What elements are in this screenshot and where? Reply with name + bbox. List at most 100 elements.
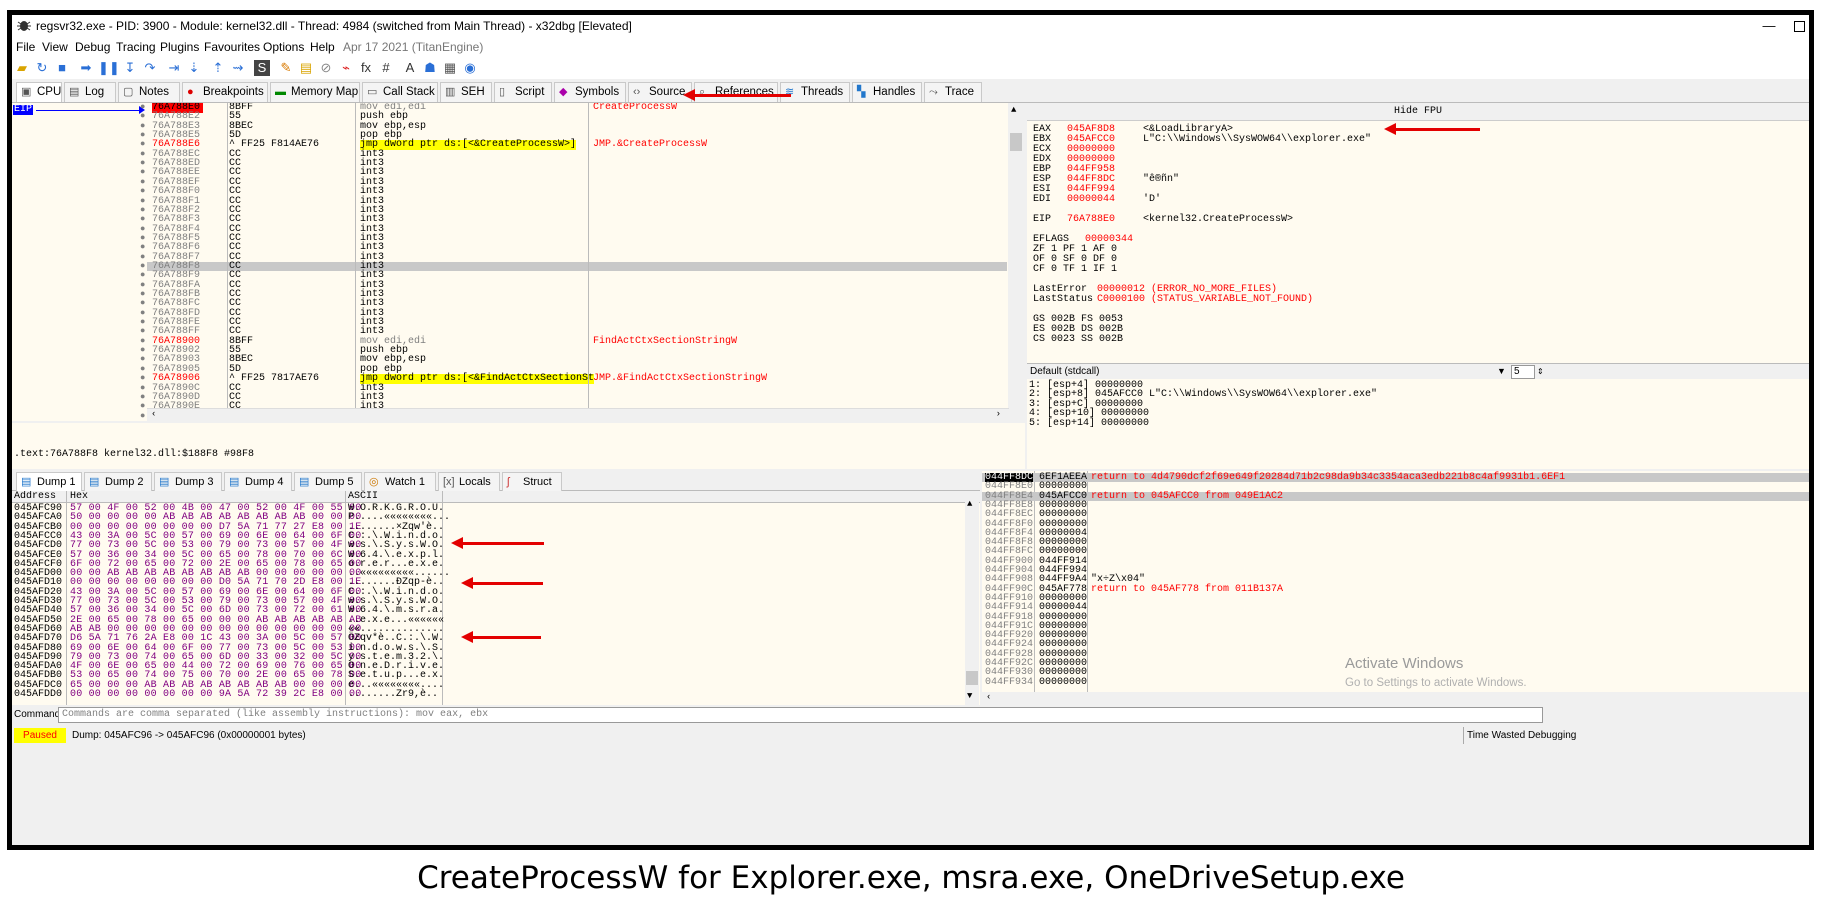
tab-cpu[interactable]: ▣ CPU — [16, 82, 62, 102]
scroll-up-icon[interactable]: ▲ — [967, 499, 972, 509]
menu-file[interactable]: File — [16, 37, 35, 57]
pause-icon[interactable]: ❚❚ — [98, 60, 120, 76]
disasm-row[interactable]: ● 76A78902 55 push ebp — [140, 346, 1007, 356]
disasm-row[interactable]: ● 76A78906 ^ FF25 7817AE76 jmp dword ptr ds… — [140, 374, 1007, 384]
step-into-icon[interactable]: ↧ — [122, 60, 138, 76]
stack-row[interactable]: 044FF8E8 00000000 — [982, 500, 1809, 510]
disasm-row[interactable]: ● 76A788EC CC int3 — [140, 149, 1007, 160]
disasm-row[interactable]: ● 76A788EF CC int3 — [140, 177, 1007, 188]
menu-help[interactable]: Help — [310, 37, 335, 57]
labels-icon[interactable]: ⊘ — [318, 60, 334, 76]
disassembly-vscroll[interactable]: ▲ — [1008, 103, 1025, 421]
register-value[interactable]: 00000044 — [1067, 195, 1115, 205]
menu-tracing[interactable]: Tracing — [116, 37, 156, 57]
stack-row[interactable]: 044FF8F8 00000000 — [982, 537, 1809, 547]
disasm-row[interactable]: ● 76A788FA CC int3 — [140, 280, 1007, 291]
segment-row[interactable]: CS 0023 SS 002B — [1033, 335, 1123, 345]
disasm-row[interactable]: ● 76A788FB CC int3 — [140, 289, 1007, 300]
open-icon[interactable]: ▰ — [14, 60, 30, 76]
register-value[interactable]: 76A788E0 — [1067, 215, 1115, 225]
close-file-icon[interactable]: ■ — [54, 60, 70, 76]
minimize-button[interactable]: — — [1759, 15, 1779, 37]
tab-log[interactable]: ▤ Log — [64, 82, 116, 102]
tab-references[interactable]: ⌕ References — [694, 82, 778, 102]
calculator-icon[interactable]: ▦ — [442, 60, 458, 76]
scroll-right-icon[interactable]: › — [996, 409, 1001, 419]
disasm-row[interactable]: ● 76A788F7 CC int3 — [140, 252, 1007, 263]
stack-row[interactable]: 044FF8E4 045AFCC0 return to 045AFCC0 from … — [982, 491, 1809, 501]
comments-icon[interactable]: ▤ — [298, 60, 314, 76]
menu-options[interactable]: Options — [263, 37, 304, 57]
bookmarks-icon[interactable]: ⌁ — [338, 60, 354, 76]
registers-pane[interactable]: Hide FPU EAX 045AF8D8 <&LoadLibraryA> EBX 04… — [1027, 103, 1809, 369]
variables-icon[interactable]: # — [378, 60, 394, 76]
user-icon[interactable]: ☗ — [422, 60, 438, 76]
script-icon[interactable]: S — [254, 60, 270, 76]
trace-over-icon[interactable]: ⇣ — [186, 60, 202, 76]
tab-threads[interactable]: ≋ Threads — [780, 82, 850, 102]
stack-row[interactable]: 044FF918 00000000 — [982, 612, 1809, 622]
scroll-thumb[interactable] — [966, 671, 978, 685]
help-icon[interactable]: ◉ — [462, 60, 478, 76]
stack-row[interactable]: 044FF91C 00000000 — [982, 621, 1809, 631]
disassembly-hscroll[interactable]: ‹ › — [147, 408, 1009, 421]
disasm-row[interactable]: ● 76A788F6 CC int3 — [140, 243, 1007, 253]
disasm-row[interactable]: ● 76A788F4 CC int3 — [140, 224, 1007, 235]
disasm-row[interactable]: ● 76A788FF CC int3 — [140, 327, 1007, 337]
stack-row[interactable]: 044FF900 044FF914 — [982, 556, 1809, 566]
disasm-row[interactable]: ● 76A788FE CC int3 — [140, 318, 1007, 328]
maximize-button[interactable] — [1794, 21, 1805, 32]
tab-dump-1[interactable]: ▤ Dump 1 — [16, 472, 82, 491]
hex-dump-pane[interactable]: Address Hex ASCII 045AFC90 57 00 4F 00 52… — [12, 491, 980, 705]
disasm-row[interactable]: ● 76A788F9 CC int3 — [140, 271, 1007, 281]
tab-dump-5[interactable]: ▤ Dump 5 — [294, 472, 362, 491]
tab-handles[interactable]: ▚ Handles — [852, 82, 922, 102]
stack-row[interactable]: 044FF924 00000000 — [982, 640, 1809, 650]
tab-dump-2[interactable]: ▤ Dump 2 — [84, 472, 152, 491]
hide-fpu-button[interactable]: Hide FPU — [1027, 103, 1809, 121]
tab-dump-3[interactable]: ▤ Dump 3 — [154, 472, 222, 491]
disasm-row[interactable]: ● 76A788F2 CC int3 — [140, 205, 1007, 216]
tab-notes[interactable]: ▢ Notes — [118, 82, 180, 102]
calling-convention[interactable]: Default (stdcall) — [1030, 364, 1099, 379]
menu-debug[interactable]: Debug — [75, 37, 110, 57]
disasm-row[interactable]: ● 76A788F1 CC int3 — [140, 196, 1007, 207]
tab-struct[interactable]: ʃ Struct — [502, 472, 562, 491]
functions-icon[interactable]: fx — [358, 60, 374, 76]
execute-till-return-icon[interactable]: ⇡ — [210, 60, 226, 76]
run-icon[interactable]: ➡ — [78, 60, 94, 76]
stack-row[interactable]: 044FF90C 045AF778 return to 045AF778 from … — [982, 584, 1809, 594]
disasm-row[interactable]: ● 76A7890C CC int3 — [140, 383, 1007, 394]
stack-row[interactable]: 044FF920 00000000 — [982, 630, 1809, 640]
disasm-row[interactable]: ● 76A788F0 CC int3 — [140, 187, 1007, 197]
menu-favourites[interactable]: Favourites — [204, 37, 260, 57]
menu-view[interactable]: View — [42, 37, 68, 57]
tab-breakpoints[interactable]: ● Breakpoints — [182, 82, 268, 102]
font-icon[interactable]: A — [402, 60, 418, 76]
dump-vscroll[interactable]: ▲ ▼ — [965, 491, 979, 705]
flags-row[interactable]: CF 0 TF 1 IF 1 — [1033, 265, 1117, 275]
stack-row[interactable]: 044FF910 00000000 — [982, 593, 1809, 603]
tab-locals[interactable]: [x] Locals — [438, 472, 500, 491]
menu-plugins[interactable]: Plugins — [160, 37, 199, 57]
stack-row[interactable]: 044FF8F4 00000004 — [982, 528, 1809, 538]
scroll-up-icon[interactable]: ▲ — [1011, 105, 1016, 115]
stack-row[interactable]: 044FF8EC 00000000 — [982, 510, 1809, 520]
scroll-left-icon[interactable]: ‹ — [151, 409, 156, 419]
argument-row[interactable]: 5: [esp+14] 00000000 — [1029, 418, 1149, 428]
tab-seh[interactable]: ▥ SEH — [440, 82, 492, 102]
scroll-down-icon[interactable]: ▼ — [967, 691, 972, 701]
bp-dot-icon[interactable]: ● — [140, 411, 145, 421]
disasm-row[interactable]: ● 76A788FD CC int3 — [140, 308, 1007, 319]
tab-symbols[interactable]: ◆ Symbols — [554, 82, 626, 102]
disasm-row[interactable]: ● 76A788EE CC int3 — [140, 168, 1007, 178]
stack-row[interactable]: 044FF8F0 00000000 — [982, 519, 1809, 529]
stack-row[interactable]: 044FF914 00000044 — [982, 603, 1809, 613]
disasm-row[interactable]: ● 76A788FC CC int3 — [140, 299, 1007, 309]
tab-call-stack[interactable]: ▭ Call Stack — [362, 82, 438, 102]
chevron-down-icon[interactable]: ▼ — [1497, 364, 1506, 379]
disassembly-pane[interactable]: EIP ● 76A788E0 8BFF mov edi,edi CreateProces… — [12, 103, 1025, 421]
tab-memory-map[interactable]: ▬ Memory Map — [270, 82, 360, 102]
tab-script[interactable]: ▯ Script — [494, 82, 552, 102]
disasm-row[interactable]: ● 76A788F3 CC int3 — [140, 215, 1007, 225]
